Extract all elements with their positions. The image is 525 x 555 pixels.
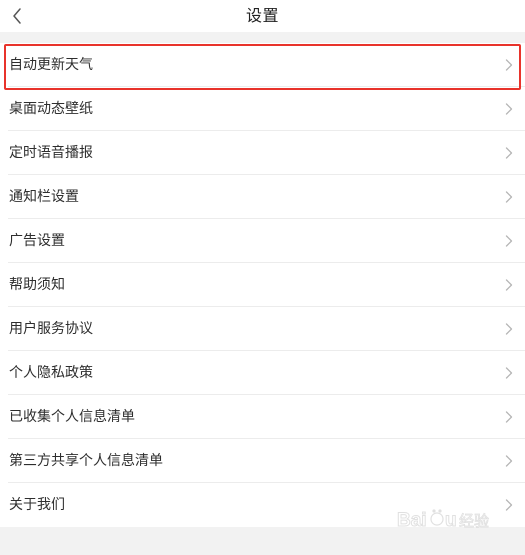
settings-item-scheduled-voice-broadcast[interactable]: 定时语音播报 [0,131,525,175]
chevron-right-icon [505,147,513,159]
settings-item-help[interactable]: 帮助须知 [0,263,525,307]
settings-item-label: 桌面动态壁纸 [9,101,93,117]
top-navigation-bar: 设置 [0,0,525,32]
settings-list: 自动更新天气 桌面动态壁纸 定时语音播报 通知栏设置 广告设置 帮助须知 用户服… [0,43,525,527]
chevron-right-icon [505,411,513,423]
chevron-right-icon [505,455,513,467]
chevron-right-icon [505,279,513,291]
chevron-right-icon [505,59,513,71]
settings-item-label: 广告设置 [9,233,65,249]
settings-item-ad-settings[interactable]: 广告设置 [0,219,525,263]
settings-item-label: 用户服务协议 [9,321,93,337]
chevron-right-icon [505,499,513,511]
settings-item-privacy-policy[interactable]: 个人隐私政策 [0,351,525,395]
settings-item-label: 关于我们 [9,497,65,513]
settings-item-label: 第三方共享个人信息清单 [9,453,163,469]
settings-item-label: 帮助须知 [9,277,65,293]
settings-item-label: 自动更新天气 [9,57,93,73]
chevron-right-icon [505,323,513,335]
chevron-right-icon [505,191,513,203]
settings-item-about-us[interactable]: 关于我们 [0,483,525,527]
chevron-right-icon [505,367,513,379]
settings-item-desktop-live-wallpaper[interactable]: 桌面动态壁纸 [0,87,525,131]
settings-item-label: 定时语音播报 [9,145,93,161]
settings-item-label: 通知栏设置 [9,189,79,205]
settings-item-label: 已收集个人信息清单 [9,409,135,425]
settings-item-collected-info-list[interactable]: 已收集个人信息清单 [0,395,525,439]
settings-item-user-agreement[interactable]: 用户服务协议 [0,307,525,351]
settings-item-label: 个人隐私政策 [9,365,93,381]
settings-item-notification-bar[interactable]: 通知栏设置 [0,175,525,219]
page-title: 设置 [245,6,279,25]
settings-item-auto-update-weather[interactable]: 自动更新天气 [0,43,525,87]
chevron-right-icon [505,235,513,247]
chevron-right-icon [505,103,513,115]
settings-item-third-party-shared-info[interactable]: 第三方共享个人信息清单 [0,439,525,483]
